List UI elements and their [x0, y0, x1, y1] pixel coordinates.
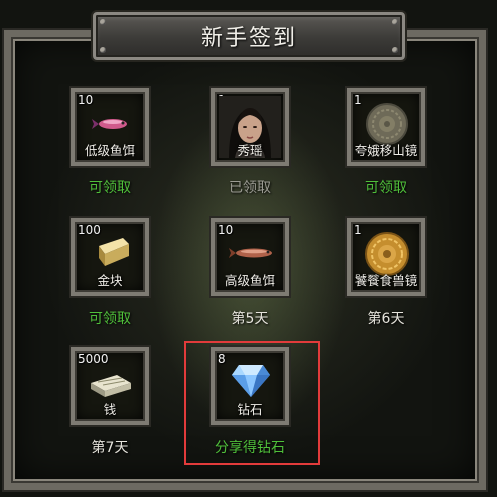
reward-count: 10: [78, 93, 94, 107]
title-plate: 新手签到: [93, 12, 405, 60]
highlight-box: [184, 341, 320, 465]
reward-count: 5000: [78, 352, 109, 366]
reward-status-claimable[interactable]: 可领取: [40, 177, 180, 197]
reward-status-day: 第5天: [231, 311, 269, 327]
rivet: [392, 47, 398, 53]
reward-name: 金块: [97, 273, 123, 288]
reward-status-claimable[interactable]: 可领取: [316, 177, 456, 197]
reward-name: 夸娥移山镜: [354, 143, 418, 158]
reward-name: 秀瑶: [237, 143, 263, 158]
reward-status-day: 第7天: [91, 440, 129, 456]
reward-slot-day2[interactable]: 1 秀瑶: [211, 88, 289, 166]
reward-slot-day4[interactable]: 100 金块: [71, 218, 149, 296]
reward-slot-day3[interactable]: 1 夸娥移山镜: [347, 88, 425, 166]
reward-slot-day6[interactable]: 1 饕餮食兽镜: [347, 218, 425, 296]
reward-name: 钱: [103, 402, 117, 417]
rivet: [100, 19, 106, 25]
reward-slot-day5[interactable]: 10 高级鱼饵: [211, 218, 289, 296]
money-stack-icon: [91, 375, 131, 397]
reward-count: 10: [218, 223, 234, 237]
reward-name: 高级鱼饵: [224, 273, 275, 288]
fish-bait-low-icon: [92, 119, 127, 129]
reward-status-claimed: 已领取: [229, 180, 271, 196]
rivet: [100, 47, 106, 53]
reward-status-day: 第6天: [367, 311, 405, 327]
rivet: [392, 19, 398, 25]
reward-name: 饕餮食兽镜: [354, 273, 418, 288]
gold-bar-icon: [99, 238, 129, 266]
reward-slot-day7[interactable]: 5000 钱: [71, 347, 149, 425]
reward-status-claimable[interactable]: 可领取: [40, 308, 180, 328]
fish-bait-high-icon: [229, 248, 272, 258]
reward-count: 1: [354, 223, 362, 237]
reward-name: 低级鱼饵: [84, 143, 135, 158]
dialog-title: 新手签到: [200, 26, 297, 51]
reward-count: 1: [354, 93, 362, 107]
reward-slot-day1[interactable]: 10 低级鱼饵: [71, 88, 149, 166]
sign-in-dialog: 新手签到 10 低级鱼饵 1 秀瑶 1: [0, 0, 497, 497]
